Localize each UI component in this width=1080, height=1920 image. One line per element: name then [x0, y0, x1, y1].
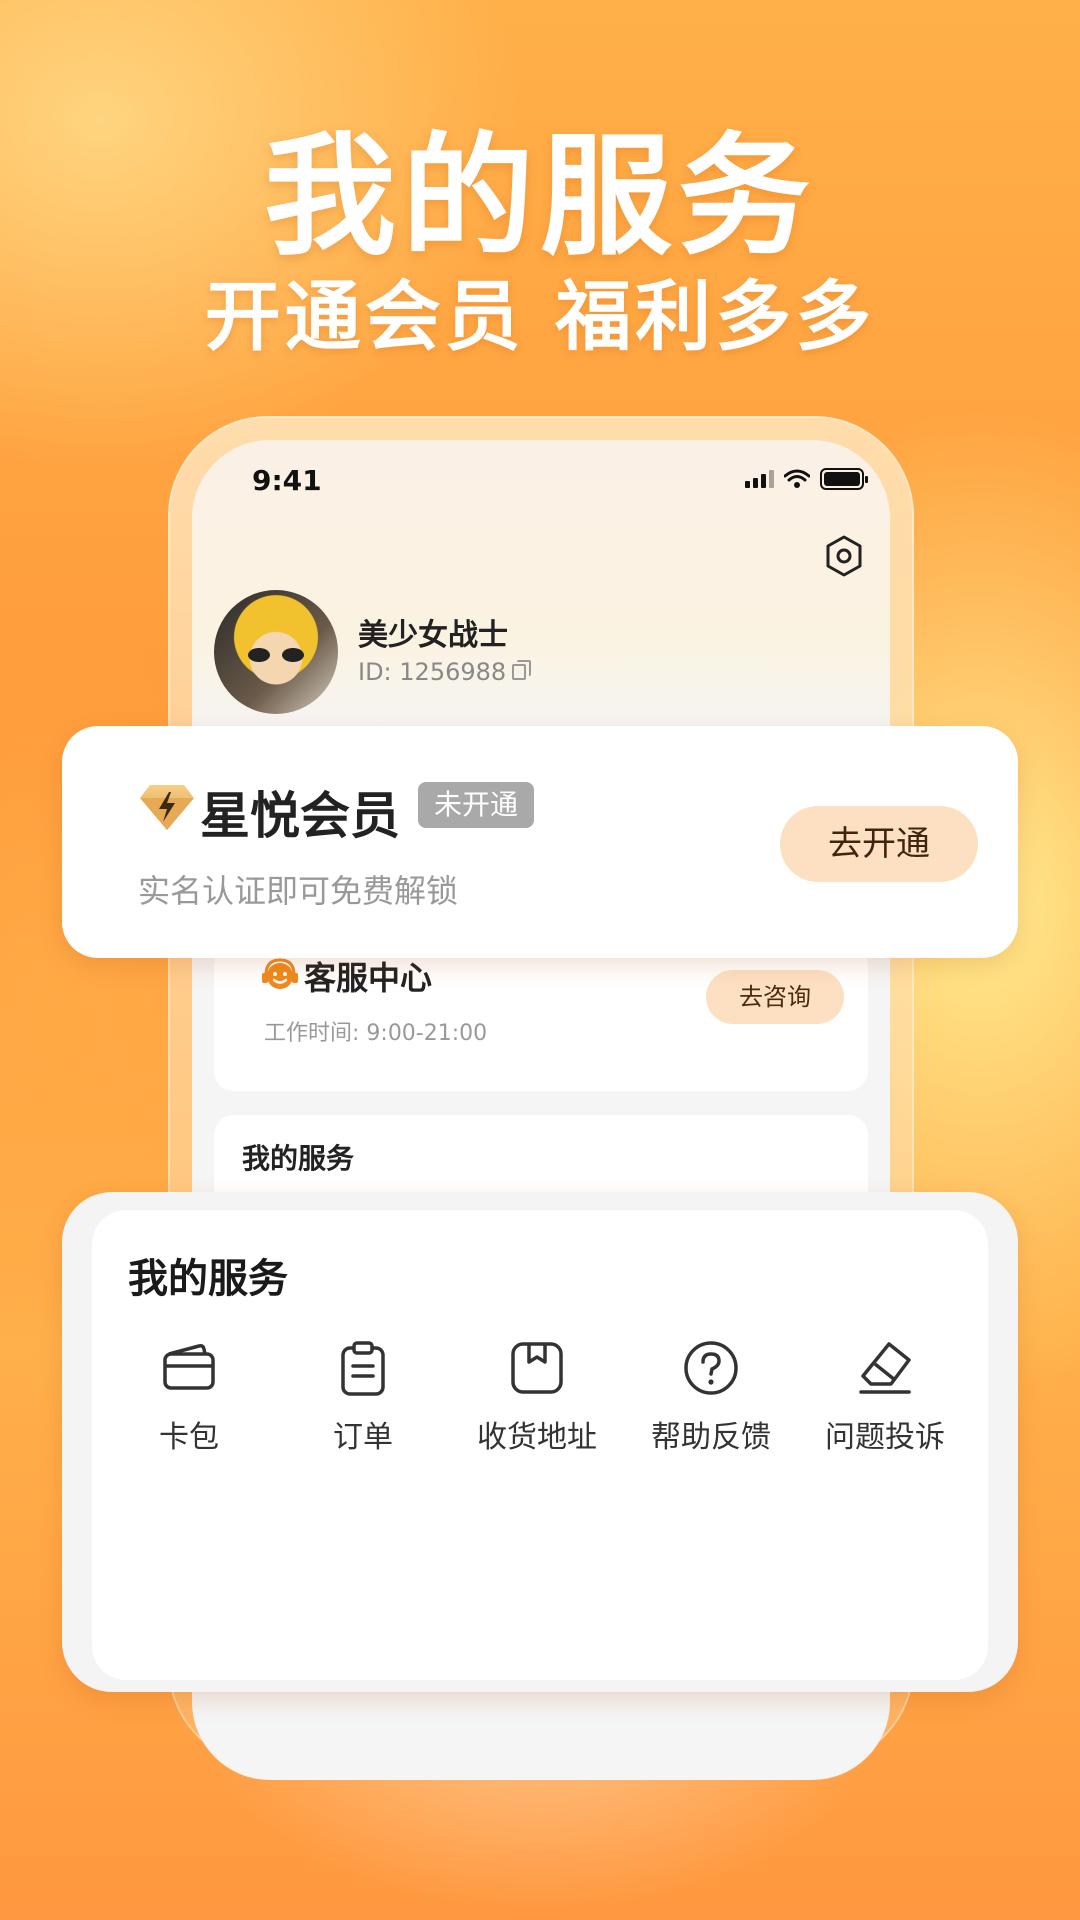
service-item-help[interactable]: 帮助反馈 [624, 1338, 798, 1456]
diamond-icon [140, 785, 194, 830]
user-id-row: ID: 1256988 [358, 658, 532, 686]
services-card: 我的服务 卡包 订单 收货地址 帮助反馈 问题投诉 [62, 1192, 1018, 1692]
customer-service-hours: 工作时间: 9:00-21:00 [264, 1021, 488, 1046]
help-circle-icon [684, 1341, 738, 1395]
package-icon [511, 1342, 563, 1394]
services-title: 我的服务 [128, 1256, 288, 1302]
services-grid: 卡包 订单 收货地址 帮助反馈 问题投诉 [92, 1338, 988, 1456]
settings-icon[interactable] [822, 534, 866, 578]
service-label: 卡包 [159, 1420, 219, 1455]
status-icons [745, 468, 868, 490]
service-item-address[interactable]: 收货地址 [450, 1338, 624, 1456]
status-time: 9:41 [252, 464, 322, 497]
service-item-wallet[interactable]: 卡包 [102, 1338, 276, 1456]
service-label: 帮助反馈 [651, 1420, 771, 1455]
membership-status-badge: 未开通 [418, 782, 535, 828]
wallet-icon [163, 1344, 215, 1390]
wifi-icon [784, 469, 810, 488]
membership-card: 星悦会员 未开通 实名认证即可免费解锁 去开通 [62, 726, 1018, 958]
service-item-complaint[interactable]: 问题投诉 [798, 1338, 972, 1456]
consult-button[interactable]: 去咨询 [706, 970, 844, 1024]
promo-subline: 开通会员 福利多多 [204, 272, 876, 361]
customer-service-card: 客服中心 工作时间: 9:00-21:00 去咨询 [214, 945, 868, 1091]
eraser-icon [859, 1342, 911, 1394]
headset-icon [262, 958, 298, 989]
services-card-inner: 我的服务 卡包 订单 收货地址 帮助反馈 问题投诉 [92, 1210, 988, 1680]
activate-membership-button[interactable]: 去开通 [780, 806, 978, 882]
service-label: 订单 [333, 1420, 393, 1455]
service-item-orders[interactable]: 订单 [276, 1338, 450, 1456]
battery-icon [820, 468, 868, 490]
service-label: 收货地址 [477, 1420, 597, 1455]
customer-service-title: 客服中心 [304, 959, 433, 997]
promo-headline: 我的服务 [264, 120, 816, 274]
user-id: ID: 1256988 [358, 658, 507, 686]
services-preview-title: 我的服务 [242, 1142, 355, 1175]
user-name: 美少女战士 [358, 618, 508, 653]
service-label: 问题投诉 [825, 1420, 945, 1455]
signal-icon [745, 470, 774, 488]
avatar[interactable] [214, 590, 338, 714]
copy-icon[interactable] [512, 660, 532, 680]
membership-title: 星悦会员 [200, 787, 400, 845]
clipboard-icon [341, 1341, 385, 1396]
membership-description: 实名认证即可免费解锁 [138, 872, 459, 910]
